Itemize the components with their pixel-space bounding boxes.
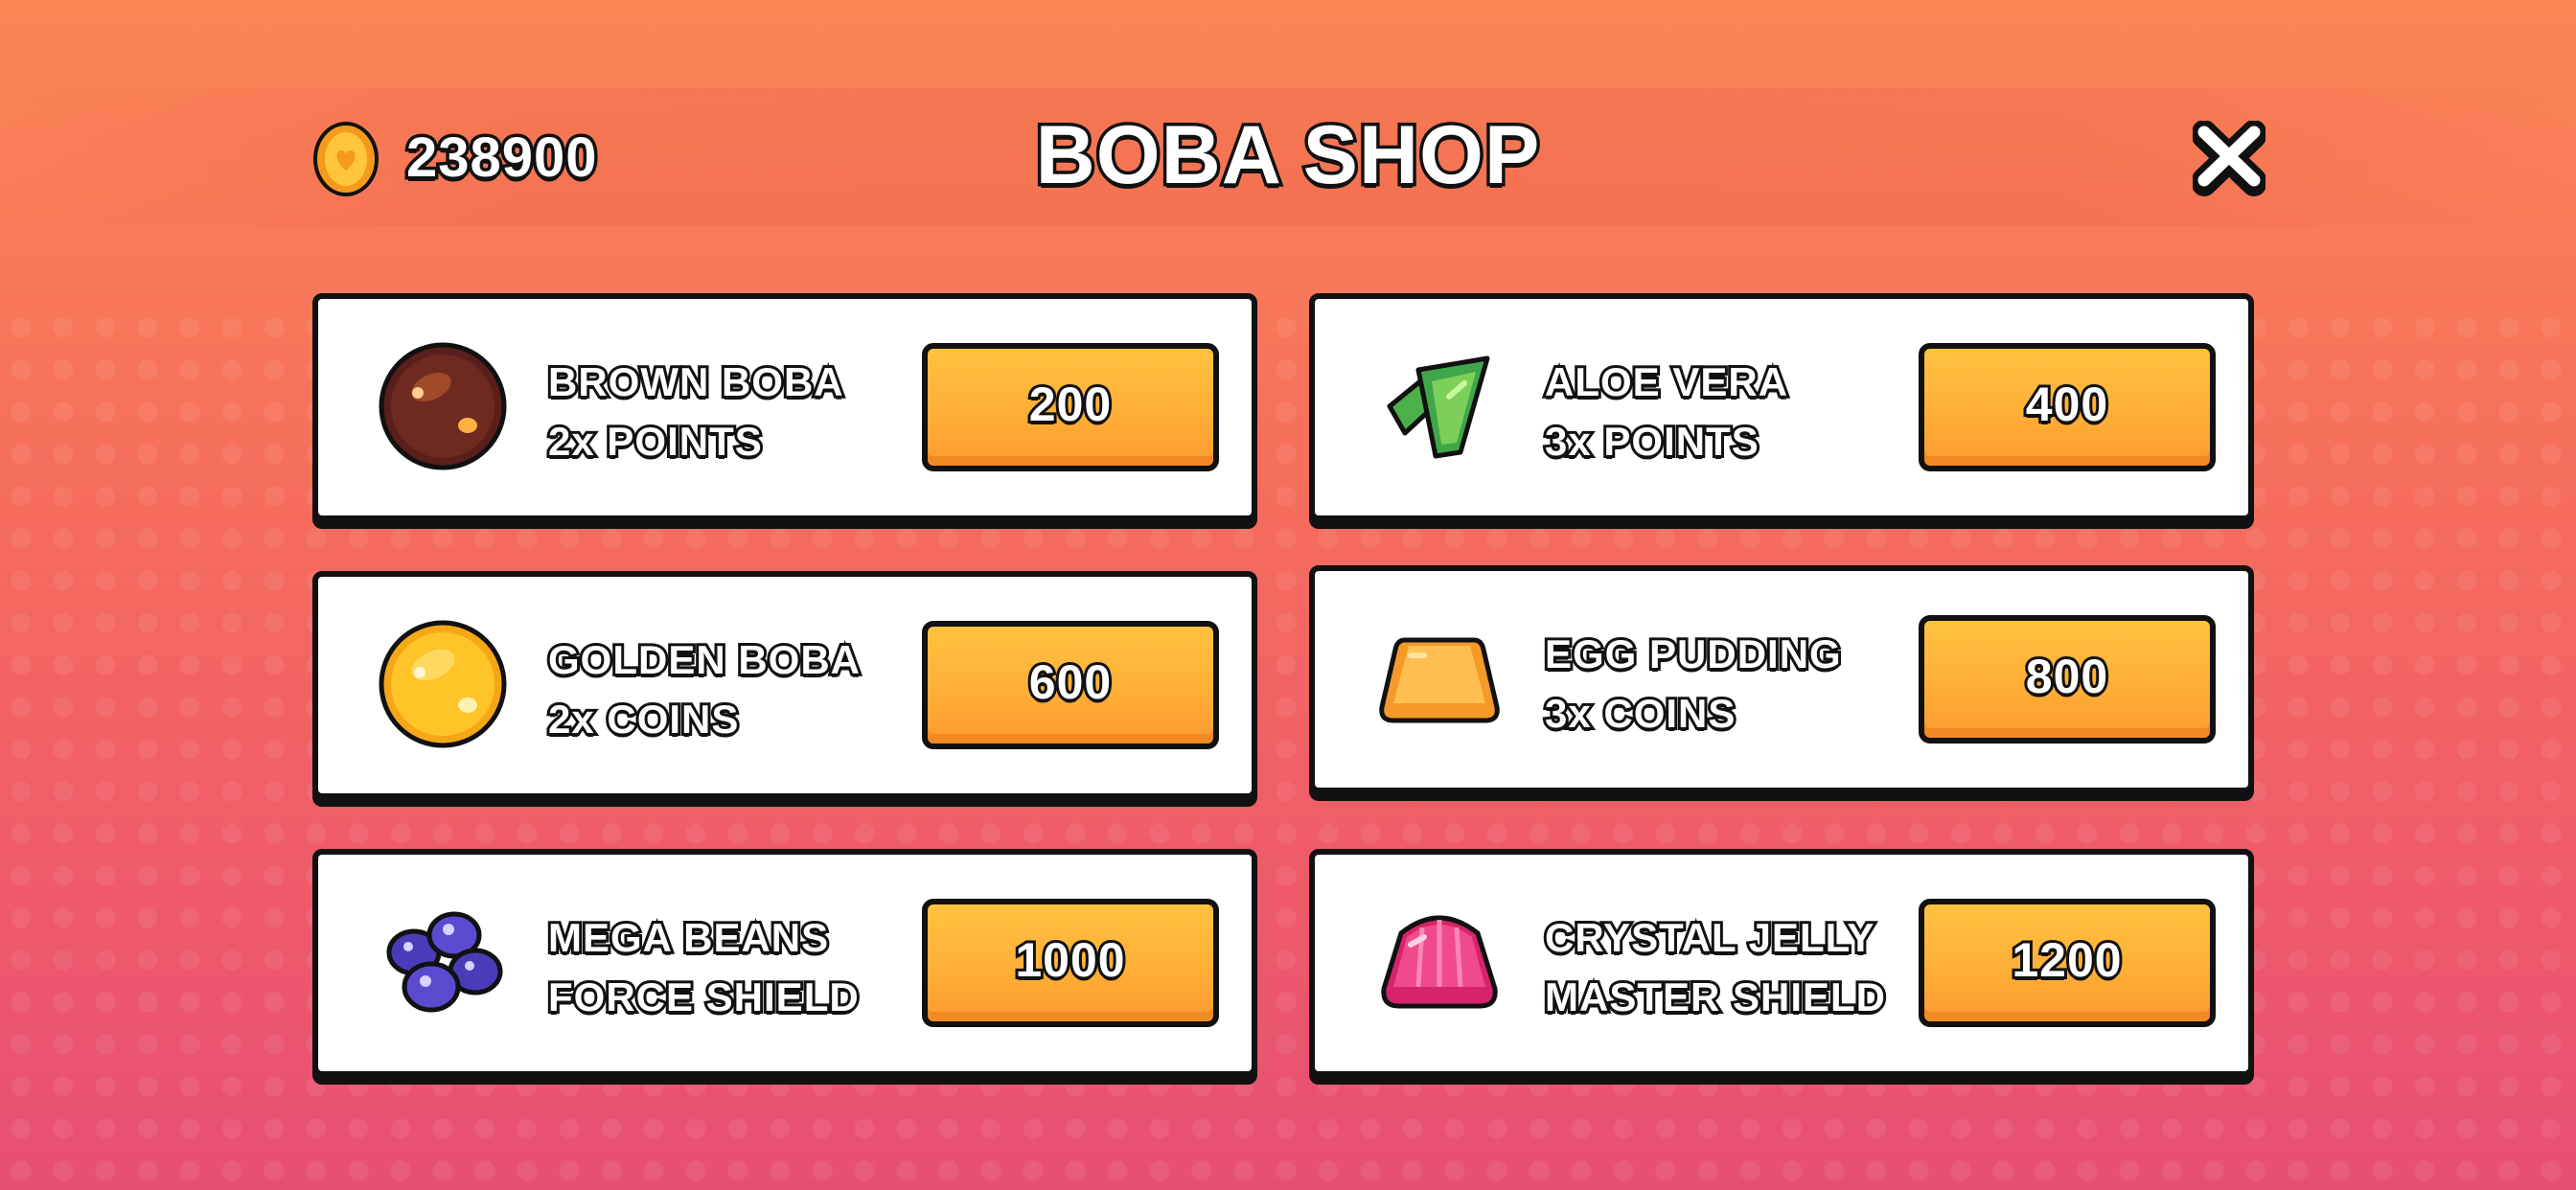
item-name: BROWN BOBA bbox=[545, 356, 846, 407]
item-effect: FORCE SHIELD bbox=[545, 972, 862, 1022]
buy-button[interactable]: 800 bbox=[1919, 615, 2216, 744]
shop-item-mega-beans: MEGA BEANS FORCE SHIELD 1000 bbox=[312, 849, 1257, 1077]
price-label: 1200 bbox=[2009, 930, 2124, 990]
golden-boba-icon bbox=[376, 617, 510, 751]
item-effect: 2x COINS bbox=[545, 694, 741, 744]
egg-pudding-icon bbox=[1372, 611, 1506, 745]
item-name: EGG PUDDING bbox=[1542, 629, 1844, 679]
crystal-jelly-icon bbox=[1372, 895, 1506, 1029]
price-label: 200 bbox=[1026, 375, 1114, 434]
page-title: BOBA SHOP bbox=[1032, 106, 1543, 205]
price-label: 400 bbox=[2023, 375, 2110, 434]
shop-item-crystal-jelly: CRYSTAL JELLY MASTER SHIELD 1200 bbox=[1309, 849, 2254, 1077]
shop-item-egg-pudding: EGG PUDDING 3x COINS 800 bbox=[1309, 565, 2254, 793]
buy-button[interactable]: 1200 bbox=[1919, 899, 2216, 1027]
close-button[interactable] bbox=[2192, 120, 2266, 197]
buy-button[interactable]: 1000 bbox=[922, 899, 1219, 1027]
mega-beans-icon bbox=[376, 895, 510, 1029]
item-effect: 3x POINTS bbox=[1542, 416, 1761, 467]
price-label: 600 bbox=[1026, 652, 1114, 712]
shop-item-golden-boba: GOLDEN BOBA 2x COINS 600 bbox=[312, 571, 1257, 799]
item-name: MEGA BEANS bbox=[545, 912, 831, 963]
close-icon bbox=[2192, 120, 2266, 196]
item-name: CRYSTAL JELLY bbox=[1542, 912, 1876, 963]
buy-button[interactable]: 200 bbox=[922, 343, 1219, 471]
item-effect: 3x COINS bbox=[1542, 688, 1737, 739]
shop-item-aloe-vera: ALOE VERA 3x POINTS 400 bbox=[1309, 293, 2254, 521]
price-label: 800 bbox=[2023, 647, 2110, 706]
brown-boba-icon bbox=[376, 339, 510, 473]
shop-item-brown-boba: BROWN BOBA 2x POINTS 200 bbox=[312, 293, 1257, 521]
buy-button[interactable]: 400 bbox=[1919, 343, 2216, 471]
buy-button[interactable]: 600 bbox=[922, 621, 1219, 749]
item-name: ALOE VERA bbox=[1542, 356, 1790, 407]
price-label: 1000 bbox=[1012, 930, 1127, 990]
item-effect: MASTER SHIELD bbox=[1542, 972, 1888, 1022]
item-effect: 2x POINTS bbox=[545, 416, 765, 467]
aloe-vera-icon bbox=[1372, 339, 1506, 473]
item-name: GOLDEN BOBA bbox=[545, 634, 862, 685]
